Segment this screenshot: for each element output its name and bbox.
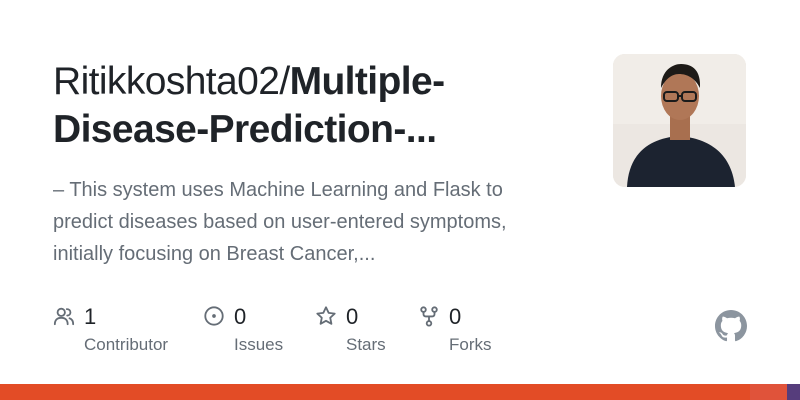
language-segment <box>787 384 800 400</box>
avatar-photo <box>613 54 746 187</box>
repo-name-line1: Multiple- <box>289 60 446 103</box>
description-line: – This system uses Machine Learning and … <box>53 179 503 201</box>
stars-label: Stars <box>346 335 386 354</box>
repo-owner: Ritikkoshta02/ <box>53 60 290 103</box>
people-icon <box>53 307 75 326</box>
star-icon <box>316 306 336 325</box>
language-segment <box>750 384 787 400</box>
github-logo-icon[interactable] <box>715 310 747 342</box>
forks-label: Forks <box>449 335 492 354</box>
description-line: predict diseases based on user-entered s… <box>53 211 507 233</box>
repo-forked-icon <box>420 306 438 327</box>
repo-name-line2: Disease-Prediction-... <box>53 108 437 151</box>
issue-opened-icon <box>204 306 224 326</box>
repo-title[interactable]: Ritikkoshta02/Multiple- Disease-Predicti… <box>53 58 583 154</box>
issues-label: Issues <box>234 335 284 354</box>
contributors-count: 1 <box>84 304 97 329</box>
issues-count: 0 <box>234 304 247 329</box>
stars-count: 0 <box>346 304 359 329</box>
language-bar <box>0 384 800 400</box>
repo-social-card: Ritikkoshta02/Multiple- Disease-Predicti… <box>0 0 800 400</box>
contributors-label: Contributor <box>84 335 169 354</box>
description-line: initially focusing on Breast Cancer,... <box>53 243 376 265</box>
language-segment <box>0 384 750 400</box>
forks-count: 0 <box>449 304 462 329</box>
repo-description: – This system uses Machine Learning and … <box>53 174 593 270</box>
owner-avatar[interactable] <box>613 54 746 187</box>
